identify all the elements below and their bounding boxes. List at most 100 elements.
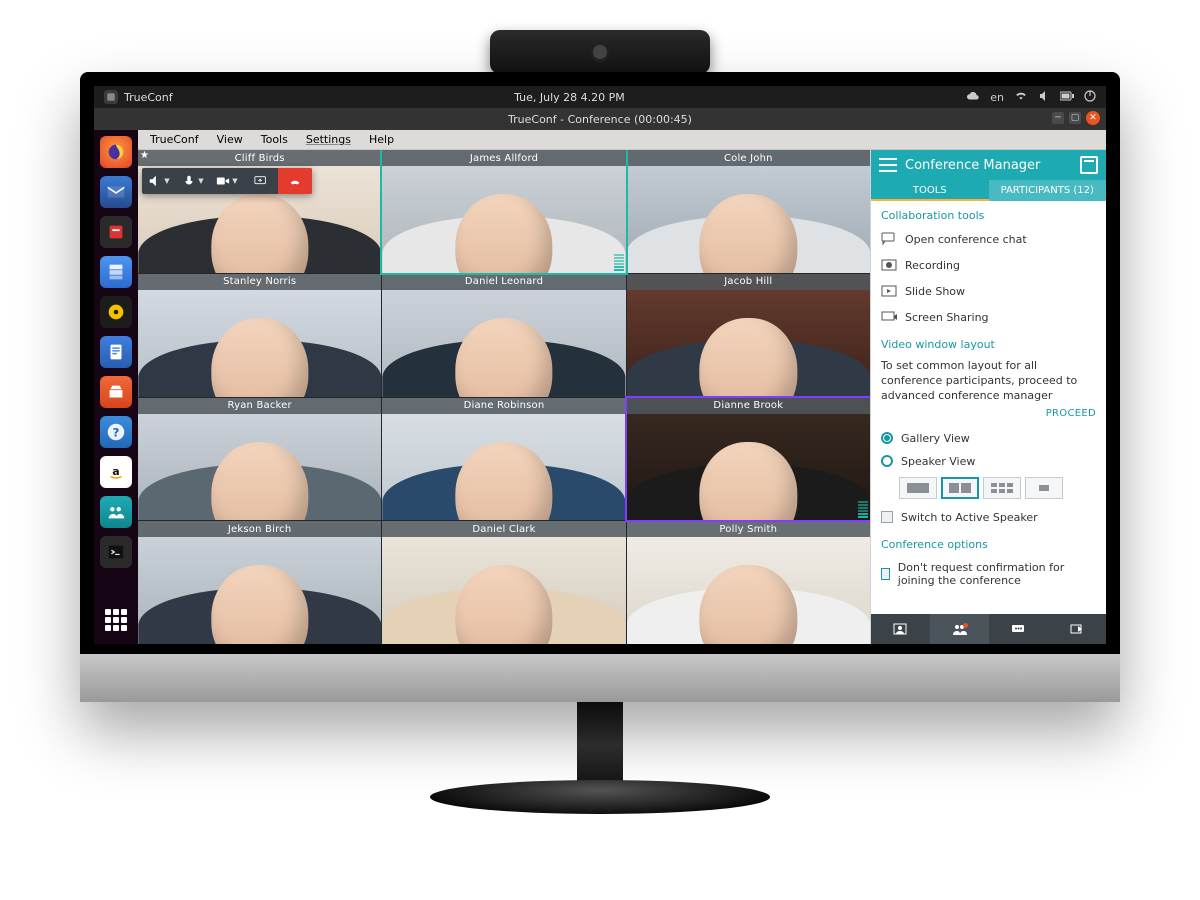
dock-thunderbird-icon[interactable] (100, 176, 132, 208)
power-icon[interactable] (1084, 90, 1096, 105)
external-webcam (490, 30, 710, 74)
participant-name: Cliff Birds (138, 150, 381, 166)
cm-bottom-bar (871, 614, 1106, 644)
notification-dot-icon (963, 623, 968, 628)
wifi-icon[interactable] (1014, 90, 1028, 105)
layout-preview-1[interactable] (899, 477, 937, 499)
cm-menu-icon[interactable] (879, 158, 897, 172)
menu-view[interactable]: View (209, 133, 251, 146)
top-panel-app-name[interactable]: TrueConf (124, 91, 173, 104)
participant-name: James Allford (382, 150, 625, 166)
end-call-button[interactable] (278, 168, 312, 194)
video-tile[interactable]: Ryan Backer (138, 398, 381, 521)
volume-button[interactable]: ▼ (142, 168, 176, 194)
top-panel-app-icon[interactable] (104, 90, 118, 104)
screen-sharing-label: Screen Sharing (905, 311, 989, 324)
video-tile[interactable]: Jacob Hill (627, 274, 870, 397)
checkbox-icon (881, 511, 893, 523)
trueconf-app: TrueConf View Tools Settings Help Cliff … (138, 130, 1106, 644)
switch-active-speaker[interactable]: Switch to Active Speaker (871, 505, 1106, 530)
gallery-view-radio[interactable]: Gallery View (871, 427, 1106, 450)
recording-label: Recording (905, 259, 960, 272)
video-tile[interactable]: Cole John (627, 150, 870, 273)
mic-button[interactable]: ▼ (176, 168, 210, 194)
battery-icon[interactable] (1060, 91, 1074, 104)
video-tile[interactable]: Polly Smith (627, 521, 870, 644)
window-close-button[interactable]: ✕ (1086, 111, 1100, 125)
participant-name: Cole John (627, 150, 870, 166)
bottombar-contacts[interactable] (871, 614, 930, 644)
app-menubar: TrueConf View Tools Settings Help (138, 130, 1106, 150)
cloud-sync-icon[interactable] (966, 90, 980, 105)
monitor-chin (80, 654, 1120, 702)
window-minimize-button[interactable]: ─ (1052, 112, 1064, 124)
camera-button[interactable]: ▼ (210, 168, 244, 194)
dock-transmission-icon[interactable] (100, 216, 132, 248)
open-conference-chat-label: Open conference chat (905, 233, 1027, 246)
layout-preview-2[interactable] (941, 477, 979, 499)
top-panel-clock[interactable]: Tue, July 28 4.20 PM (514, 91, 625, 104)
dock-firefox-icon[interactable] (100, 136, 132, 168)
svg-text:?: ? (113, 426, 120, 440)
switch-active-speaker-label: Switch to Active Speaker (901, 511, 1038, 524)
window-titlebar[interactable]: TrueConf - Conference (00:00:45) ─ ▢ ✕ (94, 108, 1106, 130)
participant-name: Stanley Norris (138, 274, 381, 290)
os-top-panel: TrueConf Tue, July 28 4.20 PM en (94, 86, 1106, 108)
share-screen-button[interactable] (244, 168, 278, 194)
tab-participants[interactable]: PARTICIPANTS (12) (989, 180, 1107, 201)
menu-trueconf[interactable]: TrueConf (142, 133, 207, 146)
tab-tools[interactable]: TOOLS (871, 180, 989, 201)
layout-preview-3[interactable] (983, 477, 1021, 499)
slide-show[interactable]: Slide Show (871, 278, 1106, 304)
dock-show-applications[interactable] (100, 604, 132, 636)
bottombar-share[interactable] (1047, 614, 1106, 644)
video-tile[interactable]: Jekson Birch (138, 521, 381, 644)
audio-level-icon (858, 501, 868, 518)
bottombar-conference[interactable] (930, 614, 989, 644)
monitor: TrueConf Tue, July 28 4.20 PM en (80, 72, 1120, 702)
dock-terminal-icon[interactable] (100, 536, 132, 568)
conference-manager-panel: Conference Manager TOOLS PARTICIPANTS (1… (870, 150, 1106, 644)
speaker-view-radio[interactable]: Speaker View (871, 450, 1106, 473)
dock-help-icon[interactable]: ? (100, 416, 132, 448)
menu-settings[interactable]: Settings (298, 133, 359, 146)
bottombar-chat[interactable] (989, 614, 1048, 644)
screen-sharing[interactable]: Screen Sharing (871, 304, 1106, 330)
volume-icon[interactable] (1038, 90, 1050, 105)
participant-name: Dianne Brook (627, 398, 870, 414)
monitor-stand-neck (577, 700, 623, 788)
dock-trueconf-icon[interactable] (100, 496, 132, 528)
language-indicator[interactable]: en (990, 91, 1004, 104)
window-maximize-button[interactable]: ▢ (1069, 112, 1081, 124)
recording[interactable]: Recording (871, 252, 1106, 278)
participant-name: Jacob Hill (627, 274, 870, 290)
open-conference-chat[interactable]: Open conference chat (871, 226, 1106, 252)
dock-software-icon[interactable] (100, 376, 132, 408)
layout-previews (871, 473, 1106, 505)
layout-preview-4[interactable] (1025, 477, 1063, 499)
video-tile[interactable]: Daniel Clark (382, 521, 625, 644)
video-tile[interactable]: Stanley Norris (138, 274, 381, 397)
menu-help[interactable]: Help (361, 133, 402, 146)
video-tile[interactable]: Dianne Brook (627, 398, 870, 521)
dock-amazon-icon[interactable]: a (100, 456, 132, 488)
proceed-link[interactable]: PROCEED (871, 404, 1106, 427)
monitor-stand-base (430, 780, 770, 814)
video-tile[interactable]: James Allford (382, 150, 625, 273)
menu-tools[interactable]: Tools (253, 133, 296, 146)
gallery-view-label: Gallery View (901, 432, 970, 445)
participant-name: Daniel Leonard (382, 274, 625, 290)
screen: TrueConf Tue, July 28 4.20 PM en (94, 86, 1106, 644)
participant-name: Diane Robinson (382, 398, 625, 414)
layout-hint: To set common layout for all conference … (871, 355, 1106, 404)
radio-off-icon (881, 455, 893, 467)
dock-files-icon[interactable] (100, 256, 132, 288)
call-toolbar: ▼ ▼ ▼ (142, 168, 312, 194)
calendar-icon[interactable] (1080, 156, 1098, 174)
dock-rhythmbox-icon[interactable] (100, 296, 132, 328)
video-tile[interactable]: Diane Robinson (382, 398, 625, 521)
chat-icon (881, 232, 897, 246)
dock-writer-icon[interactable] (100, 336, 132, 368)
no-join-confirmation[interactable]: Don't request confirmation for joining t… (871, 555, 1106, 593)
video-tile[interactable]: Daniel Leonard (382, 274, 625, 397)
